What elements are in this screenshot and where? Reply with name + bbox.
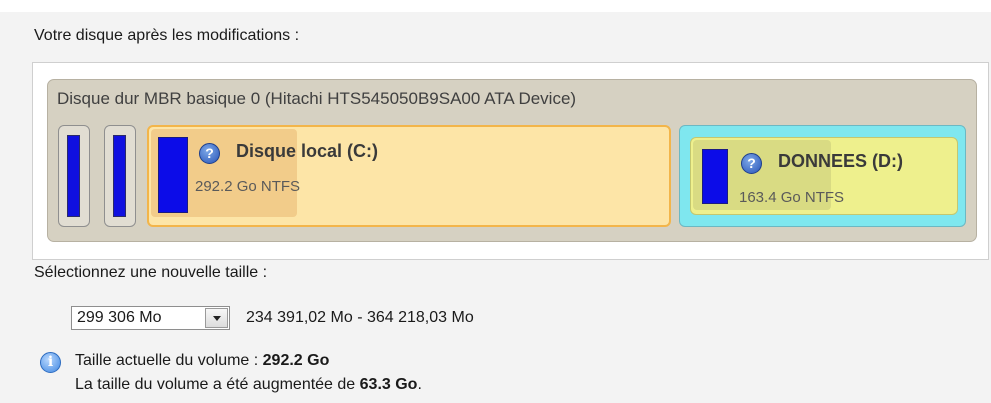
top-band <box>0 0 991 12</box>
info-icon: i <box>40 352 61 373</box>
disk-after-label: Votre disque après les modifications : <box>34 27 300 44</box>
partition-usage-bar <box>113 135 126 217</box>
current-size-label: Taille actuelle du volume : <box>75 352 263 369</box>
partition-d-usage-bar <box>702 149 728 204</box>
help-icon[interactable]: ? <box>199 143 220 164</box>
dropdown-button[interactable] <box>205 308 228 328</box>
partition-c-info: 292.2 Go NTFS <box>195 178 301 195</box>
current-size-value: 292.2 Go <box>262 352 330 369</box>
size-increase-value: 63.3 Go <box>359 376 418 393</box>
partition-d-name: DONNEES (D:) <box>778 151 903 171</box>
size-increase-suffix: . <box>417 376 422 393</box>
chevron-down-icon <box>213 316 221 321</box>
size-range: 234 391,02 Mo - 364 218,03 Mo <box>246 309 474 326</box>
small-partition-2[interactable] <box>104 125 136 227</box>
partition-c-name: Disque local (C:) <box>236 141 379 161</box>
partition-d-info: 163.4 Go NTFS <box>739 189 845 206</box>
partition-usage-bar <box>67 135 80 217</box>
size-value[interactable]: 299 306 Mo <box>77 309 162 327</box>
new-size-label: Sélectionnez une nouvelle taille : <box>34 264 268 281</box>
partition-c[interactable] <box>147 125 671 227</box>
help-icon[interactable]: ? <box>741 153 762 174</box>
current-size-info: Taille actuelle du volume : 292.2 Go <box>75 352 329 370</box>
size-combobox[interactable]: 299 306 Mo <box>71 306 230 330</box>
disk-title: Disque dur MBR basique 0 (Hitachi HTS545… <box>57 89 577 108</box>
size-increase-label: La taille du volume a été augmentée de <box>75 376 360 393</box>
size-increase-info: La taille du volume a été augmentée de 6… <box>75 376 422 394</box>
partition-c-usage-bar <box>158 137 188 213</box>
small-partition-1[interactable] <box>58 125 90 227</box>
